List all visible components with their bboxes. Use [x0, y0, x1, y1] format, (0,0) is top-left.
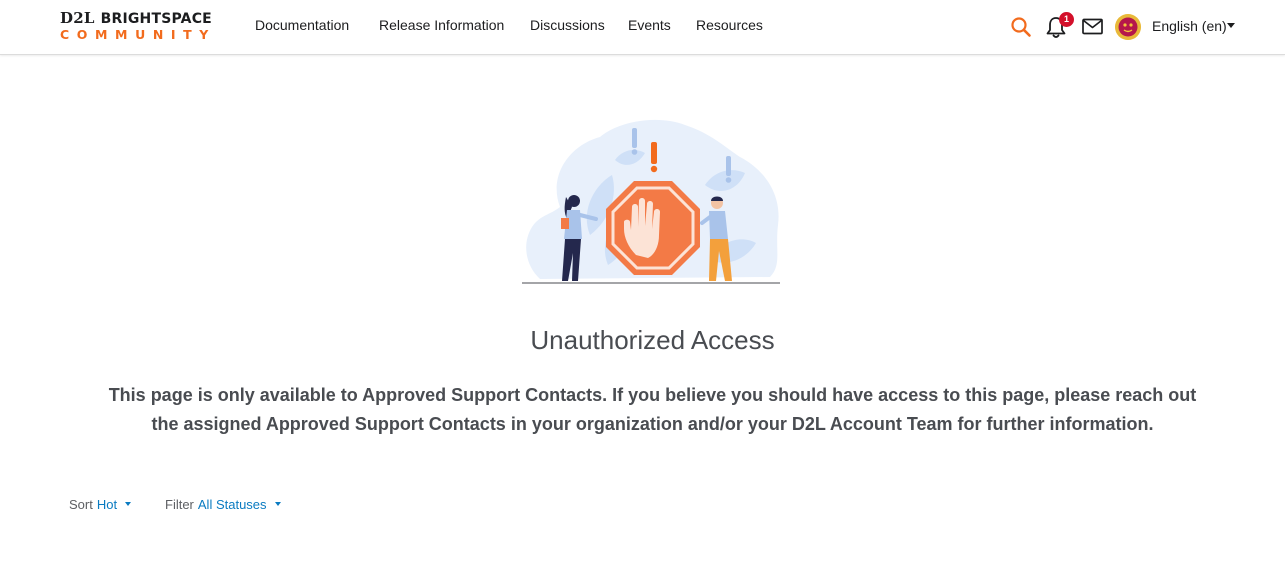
sort-dropdown[interactable]: Sort Hot	[69, 497, 132, 512]
chevron-down-icon[interactable]	[1227, 23, 1235, 28]
unauthorized-message: This page is only available to Approved …	[80, 381, 1225, 439]
mail-icon[interactable]	[1082, 18, 1103, 35]
sort-label: Sort	[69, 497, 93, 512]
logo-community-text: COMMUNITY	[60, 27, 216, 42]
user-avatar[interactable]	[1115, 14, 1141, 40]
search-icon[interactable]	[1010, 16, 1032, 38]
nav-resources[interactable]: Resources	[696, 17, 763, 33]
nav-release-information[interactable]: Release Information	[379, 17, 504, 33]
d2l-brightspace-community-logo[interactable]: D2L BRIGHTSPACE COMMUNITY	[60, 9, 220, 45]
logo-d2l-text: D2L	[60, 9, 95, 27]
sort-value[interactable]: Hot	[97, 497, 117, 512]
language-selector[interactable]: English (en)	[1152, 18, 1227, 34]
filter-value[interactable]: All Statuses	[198, 497, 267, 512]
logo-wordmark: D2L BRIGHTSPACE	[60, 9, 212, 27]
sort-caret-icon[interactable]	[125, 501, 132, 506]
notification-badge: 1	[1059, 12, 1074, 27]
page-title: Unauthorized Access	[530, 325, 775, 355]
stop-hand-sign-illustration	[522, 119, 780, 284]
filter-label: Filter	[165, 497, 194, 512]
logo-brightspace-text: BRIGHTSPACE	[100, 11, 212, 27]
filter-dropdown[interactable]: Filter All Statuses	[165, 497, 281, 512]
nav-events[interactable]: Events	[628, 17, 671, 33]
top-navigation-bar: D2L BRIGHTSPACE COMMUNITY Documentation R…	[0, 0, 1285, 55]
message-line-1: This page is only available to Approved …	[108, 385, 1197, 405]
message-line-2: the assigned Approved Support Contacts i…	[151, 414, 1154, 434]
nav-discussions[interactable]: Discussions	[530, 17, 605, 33]
filter-caret-icon[interactable]	[274, 501, 281, 506]
nav-documentation[interactable]: Documentation	[255, 17, 349, 33]
avatar-image	[1115, 14, 1141, 40]
